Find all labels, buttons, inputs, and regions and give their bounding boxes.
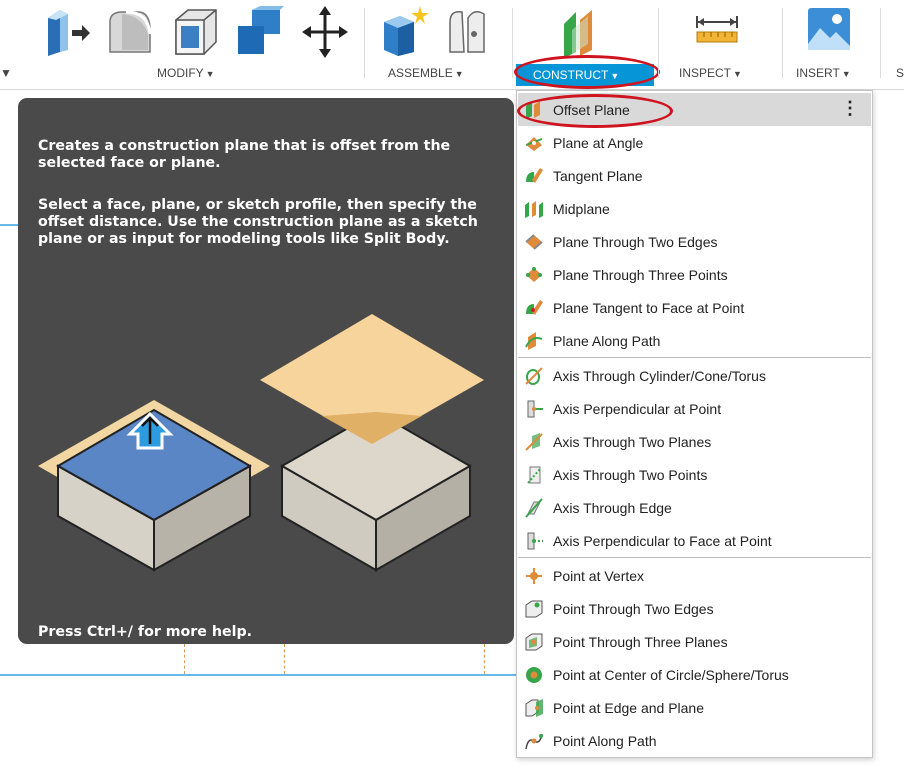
menu-separator xyxy=(518,357,871,358)
insert-menu-button[interactable]: INSERT ▼ xyxy=(796,66,851,80)
menu-item-point-two-edges[interactable]: Point Through Two Edges xyxy=(518,592,871,625)
joint-icon[interactable] xyxy=(444,4,490,58)
toolbar-divider xyxy=(782,8,783,78)
next-group-label-partial[interactable]: S xyxy=(896,66,904,80)
axis-edge-icon xyxy=(523,497,545,518)
construct-plane-icon[interactable] xyxy=(558,4,610,58)
toolbar-divider xyxy=(880,8,881,78)
point-along-path-icon xyxy=(523,731,545,751)
menu-item-axis-perpendicular-face[interactable]: Axis Perpendicular to Face at Point xyxy=(518,524,871,557)
menu-separator xyxy=(518,557,871,558)
canvas-outline xyxy=(0,224,20,226)
toolbar-divider xyxy=(364,8,365,78)
menu-item-point-center-circle[interactable]: Point at Center of Circle/Sphere/Torus xyxy=(518,658,871,691)
assemble-menu-button[interactable]: ASSEMBLE ▼ xyxy=(388,66,464,80)
new-component-icon[interactable] xyxy=(378,4,432,58)
menu-item-axis-edge[interactable]: Axis Through Edge xyxy=(518,491,871,524)
menu-item-point-edge-plane[interactable]: Point at Edge and Plane xyxy=(518,691,871,724)
press-pull-icon[interactable] xyxy=(44,4,94,58)
menu-item-offset-plane[interactable]: Offset Plane ⋮ xyxy=(518,93,871,126)
toolbar-divider xyxy=(658,8,659,78)
menu-item-point-along-path[interactable]: Point Along Path xyxy=(518,724,871,757)
canvas-dash xyxy=(284,644,285,674)
menu-item-tangent-plane[interactable]: Tangent Plane xyxy=(518,159,871,192)
measure-icon[interactable] xyxy=(694,4,740,58)
canvas-dash xyxy=(184,644,185,674)
axis-two-planes-icon xyxy=(523,432,545,452)
menu-item-plane-two-edges[interactable]: Plane Through Two Edges xyxy=(518,225,871,258)
toolbar-divider xyxy=(512,8,513,78)
menu-item-plane-along-path[interactable]: Plane Along Path xyxy=(518,324,871,357)
left-group-caret[interactable]: ▼ xyxy=(0,66,12,80)
point-vertex-icon xyxy=(523,566,545,586)
construct-dropdown-menu: Offset Plane ⋮ Plane at Angle Tangent Pl… xyxy=(516,90,873,758)
tooltip-description: Creates a construction plane that is off… xyxy=(38,138,451,171)
tooltip-instructions: Select a face, plane, or sketch profile,… xyxy=(38,197,478,247)
menu-item-plane-at-angle[interactable]: Plane at Angle xyxy=(518,126,871,159)
canvas-outline xyxy=(0,674,516,676)
more-options-icon[interactable]: ⋮ xyxy=(841,98,859,119)
plane-tangent-face-point-icon xyxy=(523,298,545,318)
move-copy-icon[interactable] xyxy=(302,4,348,58)
menu-item-axis-two-planes[interactable]: Axis Through Two Planes xyxy=(518,425,871,458)
axis-perpendicular-face-icon xyxy=(523,531,545,551)
tangent-plane-icon xyxy=(523,166,545,186)
insert-image-icon[interactable] xyxy=(806,4,852,58)
offset-plane-icon xyxy=(523,100,545,120)
inspect-menu-button[interactable]: INSPECT ▼ xyxy=(679,66,742,80)
point-three-planes-icon xyxy=(523,632,545,652)
point-two-edges-icon xyxy=(523,599,545,619)
fillet-icon[interactable] xyxy=(104,4,156,58)
plane-two-edges-icon xyxy=(523,232,545,252)
midplane-icon xyxy=(523,199,545,219)
offset-plane-tooltip: Creates a construction plane that is off… xyxy=(18,98,514,644)
offset-plane-illustration xyxy=(38,314,484,572)
construct-menu-button[interactable]: CONSTRUCT ▼ xyxy=(533,68,619,82)
shell-icon[interactable] xyxy=(170,4,222,58)
menu-item-midplane[interactable]: Midplane xyxy=(518,192,871,225)
menu-item-axis-cylinder[interactable]: Axis Through Cylinder/Cone/Torus xyxy=(518,359,871,392)
menu-item-point-three-planes[interactable]: Point Through Three Planes xyxy=(518,625,871,658)
menu-item-axis-two-points[interactable]: Axis Through Two Points xyxy=(518,458,871,491)
axis-perpendicular-point-icon xyxy=(523,399,545,419)
axis-two-points-icon xyxy=(523,465,545,485)
menu-item-plane-three-points[interactable]: Plane Through Three Points xyxy=(518,258,871,291)
point-center-circle-icon xyxy=(523,665,545,685)
modify-menu-button[interactable]: MODIFY ▼ xyxy=(157,66,215,80)
menu-item-axis-perpendicular-point[interactable]: Axis Perpendicular at Point xyxy=(518,392,871,425)
axis-cylinder-icon xyxy=(523,366,545,386)
plane-along-path-icon xyxy=(523,331,545,351)
combine-icon[interactable] xyxy=(234,4,286,58)
plane-at-angle-icon xyxy=(523,133,545,153)
point-edge-plane-icon xyxy=(523,698,545,718)
tooltip-help-hint: Press Ctrl+/ for more help. xyxy=(38,624,252,640)
menu-item-point-vertex[interactable]: Point at Vertex xyxy=(518,559,871,592)
canvas-dash xyxy=(484,644,485,674)
menu-item-plane-tangent-face-point[interactable]: Plane Tangent to Face at Point xyxy=(518,291,871,324)
plane-three-points-icon xyxy=(523,265,545,285)
toolbar-ribbon: ▼ MODIFY ▼ ASSEMBLE ▼ CONSTRUCT ▼ INSPEC… xyxy=(0,0,904,90)
